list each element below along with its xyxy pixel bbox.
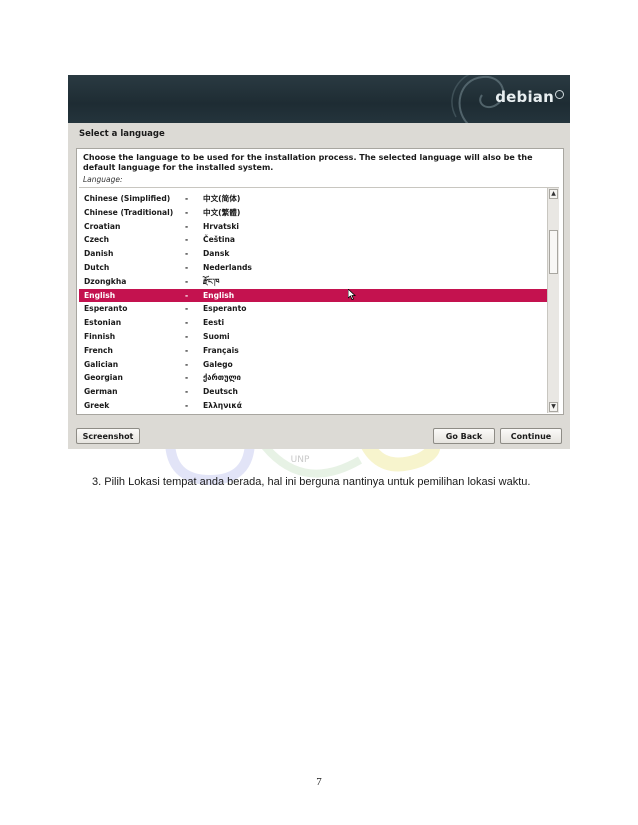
language-field-label: Language: bbox=[83, 175, 123, 184]
scroll-down-button[interactable]: ▼ bbox=[549, 402, 558, 412]
language-name: Greek bbox=[84, 400, 110, 410]
language-list-item[interactable]: French - Français bbox=[79, 344, 547, 358]
language-native-name: Ελληνικά bbox=[203, 400, 242, 410]
language-name: Dutch bbox=[84, 262, 110, 272]
language-native-name: 中文(简体) bbox=[203, 194, 241, 203]
language-listbox[interactable]: Chinese (Simplified) - 中文(简体) Chinese (Trad… bbox=[79, 187, 559, 413]
language-native-name: English bbox=[203, 290, 235, 300]
language-name: Finnish bbox=[84, 331, 116, 341]
language-name: Danish bbox=[84, 249, 114, 259]
content-panel: Choose the language to be used for the i… bbox=[76, 148, 564, 415]
installer-screenshot: debian Select a language Choose the lang… bbox=[68, 75, 570, 449]
language-separator: - bbox=[185, 304, 189, 314]
language-separator: - bbox=[185, 373, 189, 383]
language-list-item[interactable]: Finnish - Suomi bbox=[79, 330, 547, 344]
language-name: Czech bbox=[84, 235, 110, 245]
continue-button[interactable]: Continue bbox=[500, 428, 562, 444]
language-separator: - bbox=[185, 262, 189, 272]
language-name: Chinese (Traditional) bbox=[84, 207, 174, 217]
language-list-item[interactable]: Dutch - Nederlands bbox=[79, 261, 547, 275]
language-list-item[interactable]: Esperanto - Esperanto bbox=[79, 302, 547, 316]
language-name: Estonian bbox=[84, 318, 122, 328]
language-separator: - bbox=[185, 290, 189, 300]
language-list-item[interactable]: Chinese (Simplified) - 中文(简体) bbox=[79, 192, 547, 206]
language-separator: - bbox=[185, 276, 189, 286]
language-list-item[interactable]: Chinese (Traditional) - 中文(繁體) bbox=[79, 206, 547, 220]
page-number: 7 bbox=[316, 776, 322, 788]
language-native-name: Hrvatski bbox=[203, 221, 239, 231]
language-separator: - bbox=[185, 235, 189, 245]
debian-logo: debian bbox=[495, 88, 554, 106]
language-list-item[interactable]: Georgian - ქართული bbox=[79, 371, 547, 385]
scroll-up-button[interactable]: ▲ bbox=[549, 189, 558, 199]
language-separator: - bbox=[185, 221, 189, 231]
mouse-pointer-icon bbox=[348, 289, 356, 300]
language-native-name: Suomi bbox=[203, 331, 230, 341]
language-native-name: ქართული bbox=[203, 373, 241, 383]
language-list-item[interactable]: Croatian - Hrvatski bbox=[79, 220, 547, 234]
language-name: Galician bbox=[84, 359, 119, 369]
language-separator: - bbox=[185, 194, 189, 203]
language-native-name: Čeština bbox=[203, 235, 236, 245]
language-name: Chinese (Simplified) bbox=[84, 194, 171, 203]
language-list-item[interactable]: Danish - Dansk bbox=[79, 247, 547, 261]
language-native-name: Eesti bbox=[203, 318, 225, 328]
language-native-name: 中文(繁體) bbox=[203, 207, 241, 217]
language-list-item[interactable]: English - English bbox=[79, 288, 547, 303]
description-text: Choose the language to be used for the i… bbox=[83, 153, 533, 172]
watermark-text: UNP bbox=[291, 455, 310, 465]
list-scrollbar[interactable]: ▲ ▼ bbox=[547, 188, 559, 413]
debian-logo-mark-icon bbox=[555, 90, 564, 99]
language-list-item[interactable]: Czech - Čeština bbox=[79, 233, 547, 247]
language-name: Esperanto bbox=[84, 304, 128, 314]
document-page: UNP debian Select a language Choose the … bbox=[0, 0, 638, 825]
language-separator: - bbox=[185, 318, 189, 328]
language-name: German bbox=[84, 387, 118, 397]
language-separator: - bbox=[185, 331, 189, 341]
instruction-paragraph: 3. Pilih Lokasi tempat anda berada, hal … bbox=[92, 476, 531, 488]
language-native-name: Esperanto bbox=[203, 304, 247, 314]
language-name: Croatian bbox=[84, 221, 121, 231]
language-list-item[interactable]: Galician - Galego bbox=[79, 358, 547, 372]
language-native-name: Deutsch bbox=[203, 387, 238, 397]
screenshot-button[interactable]: Screenshot bbox=[76, 428, 140, 444]
language-name: Dzongkha bbox=[84, 276, 127, 286]
language-native-name: Dansk bbox=[203, 249, 230, 259]
installer-header: debian bbox=[68, 75, 570, 123]
language-native-name: Nederlands bbox=[203, 262, 252, 272]
language-name: French bbox=[84, 345, 113, 355]
language-list: Chinese (Simplified) - 中文(简体) Chinese (Trad… bbox=[79, 192, 547, 413]
language-separator: - bbox=[185, 207, 189, 217]
language-list-item[interactable]: German - Deutsch bbox=[79, 385, 547, 399]
section-title: Select a language bbox=[79, 129, 165, 139]
language-separator: - bbox=[185, 345, 189, 355]
go-back-button[interactable]: Go Back bbox=[433, 428, 495, 444]
language-name: Georgian bbox=[84, 373, 123, 383]
language-list-item[interactable]: Dzongkha - རྫོང་ཁ bbox=[79, 275, 547, 289]
language-separator: - bbox=[185, 387, 189, 397]
language-native-name: Galego bbox=[203, 359, 233, 369]
language-separator: - bbox=[185, 359, 189, 369]
language-list-item[interactable]: Greek - Ελληνικά bbox=[79, 399, 547, 413]
language-list-item[interactable]: Estonian - Eesti bbox=[79, 316, 547, 330]
language-separator: - bbox=[185, 249, 189, 259]
language-native-name: རྫོང་ཁ bbox=[203, 276, 220, 286]
language-separator: - bbox=[185, 400, 189, 410]
language-native-name: Français bbox=[203, 345, 239, 355]
language-name: English bbox=[84, 290, 116, 300]
scroll-thumb[interactable] bbox=[549, 230, 558, 274]
